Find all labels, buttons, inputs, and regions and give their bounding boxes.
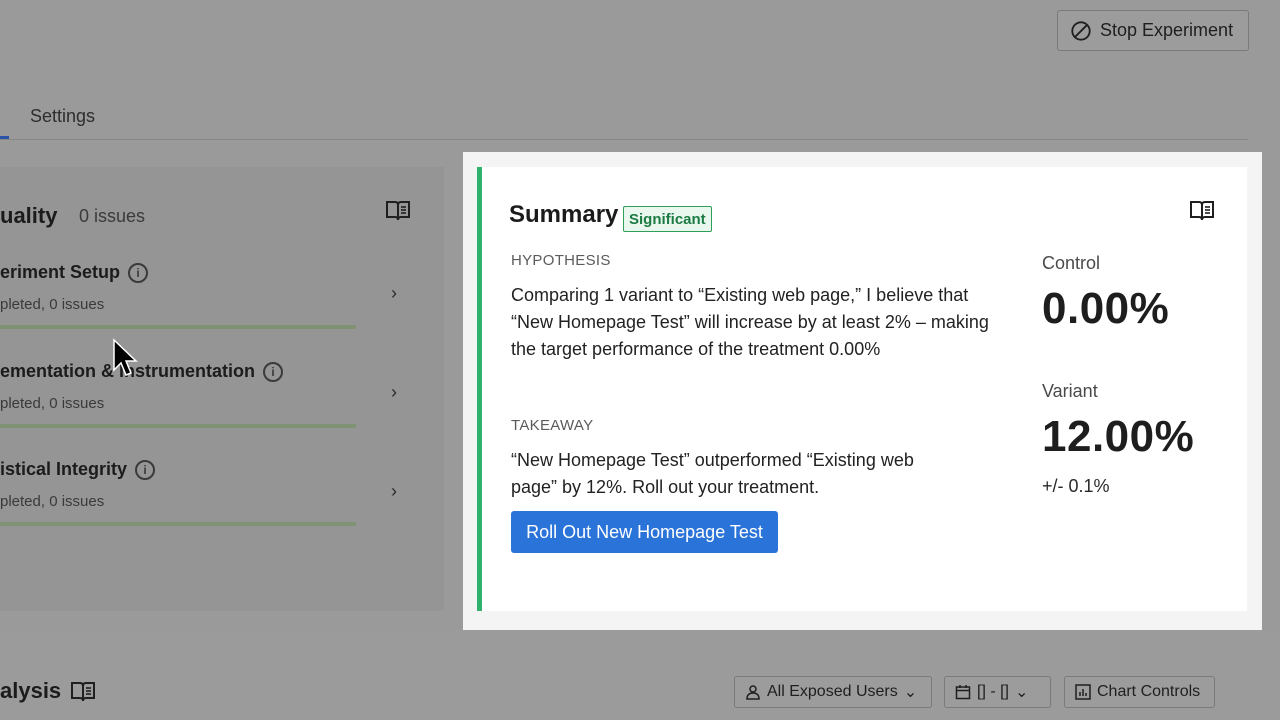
quality-title: uality <box>0 203 58 228</box>
chart-controls-label: Chart Controls <box>1097 683 1201 700</box>
stop-experiment-button[interactable]: Stop Experiment <box>1057 10 1249 51</box>
segment-label: All Exposed Users <box>767 683 898 700</box>
rollout-button[interactable]: Roll Out New Homepage Test <box>511 511 778 553</box>
quality-row-title: istical Integrity <box>0 459 128 479</box>
hypothesis-text: Comparing 1 variant to “Existing web pag… <box>511 285 989 359</box>
quality-row-integrity[interactable]: istical Integrity i <box>0 459 156 480</box>
quality-row-implementation[interactable]: ementation & Instrumentation i <box>0 361 284 382</box>
variant-value: 12.00% <box>1042 412 1195 461</box>
quality-issues-count: 0 issues <box>79 206 146 226</box>
summary-accent-bar <box>477 167 482 611</box>
quality-row-title: eriment Setup <box>0 262 121 282</box>
summary-title: Summary <box>509 201 619 228</box>
analysis-title: alysis <box>0 678 62 703</box>
chevron-down-icon: ⌄ <box>903 684 918 701</box>
progress-bar <box>0 424 356 428</box>
chevron-right-icon[interactable]: › <box>391 283 397 304</box>
chevron-down-icon: ⌄ <box>1015 684 1029 701</box>
tab-settings[interactable]: Settings <box>30 106 95 127</box>
bar-chart-icon <box>1075 684 1091 700</box>
mouse-cursor-icon <box>113 338 138 376</box>
book-icon[interactable] <box>70 680 96 704</box>
takeaway-label: TAKEAWAY <box>511 417 594 434</box>
takeaway-text: “New Homepage Test” outperformed “Existi… <box>511 450 914 497</box>
calendar-icon <box>955 685 971 700</box>
user-icon <box>746 685 760 700</box>
quality-row-subtitle: pleted, 0 issues <box>0 493 105 510</box>
control-label: Control <box>1042 253 1101 273</box>
stop-experiment-label: Stop Experiment <box>1100 20 1234 40</box>
variant-label: Variant <box>1042 381 1098 401</box>
chevron-right-icon[interactable]: › <box>391 382 397 403</box>
date-range-label: [] - [] <box>977 683 1009 700</box>
info-icon[interactable]: i <box>135 459 156 480</box>
chevron-right-icon[interactable]: › <box>391 481 397 502</box>
quality-panel <box>0 167 444 611</box>
quality-row-subtitle: pleted, 0 issues <box>0 296 105 313</box>
tab-divider <box>0 139 1248 140</box>
progress-bar <box>0 522 356 526</box>
variant-margin: +/- 0.1% <box>1042 476 1110 496</box>
info-icon[interactable]: i <box>128 262 149 283</box>
ban-icon <box>1071 20 1091 41</box>
date-range-dropdown[interactable]: [] - [] ⌄ <box>944 676 1051 708</box>
info-icon[interactable]: i <box>263 361 284 382</box>
hypothesis-label: HYPOTHESIS <box>511 252 611 269</box>
status-badge: Significant <box>623 206 712 232</box>
quality-row-subtitle: pleted, 0 issues <box>0 395 105 412</box>
segment-dropdown[interactable]: All Exposed Users ⌄ <box>734 676 932 708</box>
control-value: 0.00% <box>1042 284 1170 333</box>
quality-row-setup[interactable]: eriment Setup i <box>0 262 149 283</box>
progress-bar <box>0 325 356 329</box>
book-icon[interactable] <box>385 199 411 223</box>
chart-controls-button[interactable]: Chart Controls <box>1064 676 1215 708</box>
book-icon[interactable] <box>1189 199 1215 223</box>
